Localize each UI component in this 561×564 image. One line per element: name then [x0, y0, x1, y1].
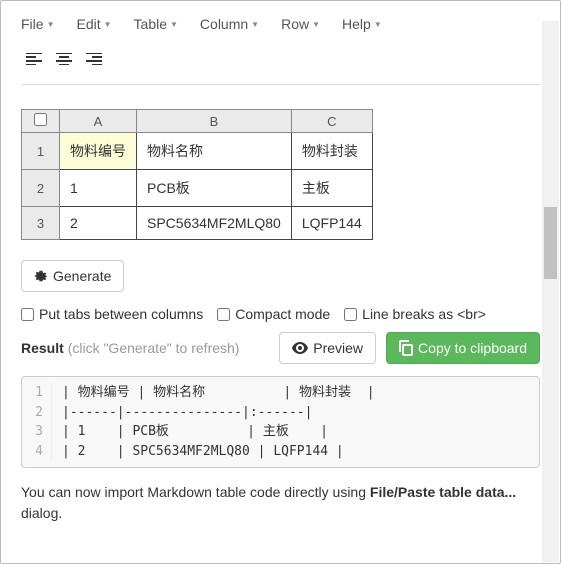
select-all-checkbox[interactable] — [34, 113, 47, 126]
output-code-block[interactable]: 1| 物料编号 | 物料名称 | 物料封装 |2|------|--------… — [21, 376, 540, 468]
clipboard-icon — [399, 340, 413, 356]
menu-row-label: Row — [281, 16, 309, 32]
result-label: Result — [21, 340, 64, 356]
cell[interactable]: 主板 — [291, 170, 372, 207]
caret-icon: ▼ — [170, 20, 178, 29]
code-text: | 物料编号 | 物料名称 | 物料封装 | — [52, 383, 375, 403]
code-line: 3| 1 | PCB板 | 主板 | — [22, 422, 539, 442]
menu-help[interactable]: Help▼ — [342, 16, 382, 32]
menu-file-label: File — [21, 16, 44, 32]
line-breaks-br-option[interactable]: Line breaks as <br> — [344, 306, 486, 322]
cell[interactable]: 物料封装 — [291, 133, 372, 170]
cell[interactable]: 物料名称 — [137, 133, 292, 170]
line-number: 4 — [22, 442, 52, 462]
menu-edit[interactable]: Edit ▼ — [76, 16, 111, 32]
code-text: | 1 | PCB板 | 主板 | — [52, 422, 328, 442]
tabs-between-cols-option[interactable]: Put tabs between columns — [21, 306, 203, 322]
options-row: Put tabs between columns Compact mode Li… — [21, 306, 540, 322]
spreadsheet[interactable]: A B C 1物料编号物料名称物料封装21PCB板主板32SPC5634MF2M… — [21, 109, 373, 240]
menu-file[interactable]: File▼ — [21, 16, 54, 32]
preview-button-label: Preview — [313, 340, 363, 356]
col-header[interactable]: C — [291, 110, 372, 133]
line-number: 3 — [22, 422, 52, 442]
copy-button-label: Copy to clipboard — [418, 340, 527, 356]
eye-icon — [292, 342, 308, 354]
result-row: Result (click "Generate" to refresh) Pre… — [21, 332, 540, 364]
br-label: Line breaks as <br> — [362, 306, 486, 322]
copy-to-clipboard-button[interactable]: Copy to clipboard — [386, 332, 540, 364]
cell[interactable]: 1 — [60, 170, 137, 207]
row-header[interactable]: 1 — [22, 133, 60, 170]
generate-button[interactable]: Generate — [21, 260, 124, 292]
align-center-icon — [56, 53, 72, 65]
cell[interactable]: SPC5634MF2MLQ80 — [137, 207, 292, 240]
cell[interactable]: 2 — [60, 207, 137, 240]
line-number: 1 — [22, 383, 52, 403]
compact-mode-option[interactable]: Compact mode — [217, 306, 330, 322]
footer-bold: File/Paste table data... — [370, 484, 516, 500]
br-checkbox[interactable] — [344, 308, 357, 321]
menubar: File▼ Edit▼ Table▼ Column▼ Row▼ Help▼ — [21, 6, 540, 46]
menu-column[interactable]: Column▼ — [200, 16, 259, 32]
align-left-icon — [26, 53, 42, 65]
select-all-corner[interactable] — [22, 110, 60, 133]
code-line: 2|------|---------------|:------| — [22, 403, 539, 423]
tabs-checkbox[interactable] — [21, 308, 34, 321]
footer-hint: You can now import Markdown table code d… — [21, 482, 540, 524]
col-header[interactable]: A — [60, 110, 137, 133]
footer-post: dialog. — [21, 505, 62, 521]
row-header[interactable]: 2 — [22, 170, 60, 207]
footer-pre: You can now import Markdown table code d… — [21, 484, 370, 500]
scrollbar-track — [542, 21, 559, 562]
caret-icon: ▼ — [251, 20, 259, 29]
align-right-icon — [86, 53, 102, 65]
code-text: |------|---------------|:------| — [52, 403, 312, 423]
menu-help-label: Help — [342, 16, 371, 32]
align-toolbar — [21, 46, 540, 85]
caret-icon: ▼ — [312, 20, 320, 29]
scrollbar-thumb[interactable] — [544, 207, 557, 279]
row-header[interactable]: 3 — [22, 207, 60, 240]
code-line: 1| 物料编号 | 物料名称 | 物料封装 | — [22, 383, 539, 403]
col-header[interactable]: B — [137, 110, 292, 133]
align-right-button[interactable] — [81, 46, 107, 72]
caret-icon: ▼ — [47, 20, 55, 29]
compact-checkbox[interactable] — [217, 308, 230, 321]
cell[interactable]: LQFP144 — [291, 207, 372, 240]
cell[interactable]: PCB板 — [137, 170, 292, 207]
menu-table-label: Table — [134, 16, 167, 32]
align-left-button[interactable] — [21, 46, 47, 72]
caret-icon: ▼ — [374, 20, 382, 29]
menu-column-label: Column — [200, 16, 248, 32]
result-hint: (click "Generate" to refresh) — [68, 340, 240, 356]
preview-button[interactable]: Preview — [279, 332, 376, 364]
generate-button-label: Generate — [53, 268, 111, 284]
caret-icon: ▼ — [104, 20, 112, 29]
compact-label: Compact mode — [235, 306, 330, 322]
menu-row[interactable]: Row▼ — [281, 16, 320, 32]
menu-edit-label: Edit — [76, 16, 100, 32]
code-line: 4| 2 | SPC5634MF2MLQ80 | LQFP144 | — [22, 442, 539, 462]
menu-table[interactable]: Table▼ — [134, 16, 178, 32]
gear-icon — [34, 269, 48, 283]
tabs-label: Put tabs between columns — [39, 306, 203, 322]
align-center-button[interactable] — [51, 46, 77, 72]
cell[interactable]: 物料编号 — [60, 133, 137, 170]
code-text: | 2 | SPC5634MF2MLQ80 | LQFP144 | — [52, 442, 344, 462]
line-number: 2 — [22, 403, 52, 423]
